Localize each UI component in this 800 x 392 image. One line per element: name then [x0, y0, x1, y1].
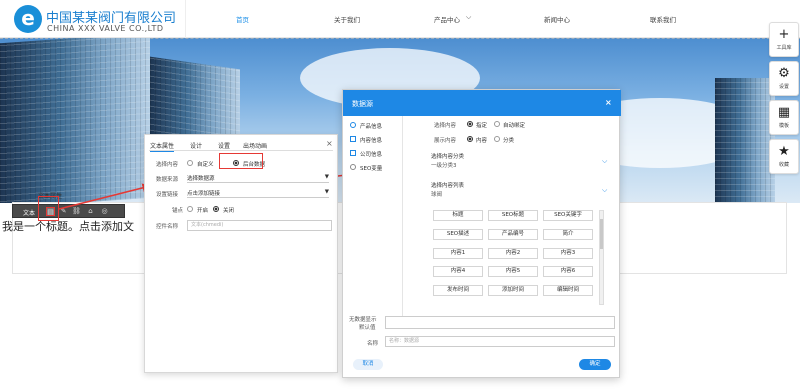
tab-animation[interactable]: 出场动画: [243, 141, 267, 150]
source-item-label: 产品信息: [360, 124, 383, 130]
text-properties-dialog: 文本属性 设计 设置 出场动画 × 选择内容 自定义 后台数据 数据来源 选择数…: [144, 134, 338, 373]
link-select[interactable]: 点击添加链接 ▼: [187, 189, 329, 198]
chevron-down-icon[interactable]: ⌵: [602, 186, 607, 195]
side-tool-label: 模板: [778, 123, 789, 129]
radio-category-label: 分类: [503, 138, 515, 144]
chevron-down-icon[interactable]: ⌵: [602, 157, 607, 166]
list-title: 选择内容列表: [431, 183, 465, 189]
side-tool-label: 工具库: [776, 45, 792, 51]
category-title: 选择内容分类: [431, 154, 465, 160]
field-chip[interactable]: SEO关键字: [543, 210, 593, 221]
source-list: 产品信息 内容信息 公司信息 SEO变量: [343, 116, 403, 316]
star-icon: ★: [778, 144, 790, 159]
field-chip[interactable]: 标题: [433, 210, 483, 221]
anchor-on-label: 开启: [197, 208, 209, 214]
caret-down-icon: ▼: [324, 189, 329, 195]
name-label: 名称: [367, 341, 379, 347]
template-icon: ▦: [777, 105, 791, 120]
select-content-label: 选择内容: [434, 123, 457, 129]
close-icon[interactable]: ×: [326, 139, 333, 148]
data-source-select[interactable]: 选择数据源 ▼: [187, 174, 329, 183]
field-chip[interactable]: 简介: [543, 229, 593, 240]
checkbox-content-info[interactable]: [350, 136, 356, 142]
source-item-label: 公司信息: [360, 152, 383, 158]
field-chip[interactable]: 编辑时间: [543, 285, 593, 296]
link-label: 设置链接: [156, 192, 179, 198]
highlight-frame: [219, 153, 263, 169]
control-name-label: 控件名称: [156, 224, 179, 230]
field-chip[interactable]: 内容3: [543, 248, 593, 259]
close-icon[interactable]: ×: [605, 98, 612, 107]
tab-settings[interactable]: 设置: [218, 141, 230, 150]
tab-text-attributes[interactable]: 文本属性: [150, 141, 175, 152]
settings-button[interactable]: ⚙ 设置: [769, 61, 799, 96]
radio-anchor-off[interactable]: [213, 206, 219, 212]
display-content-label: 展示内容: [434, 138, 457, 144]
confirm-button[interactable]: 确定: [579, 359, 611, 370]
field-chip[interactable]: 发布时间: [433, 285, 483, 296]
radio-custom[interactable]: [187, 160, 193, 166]
field-chip[interactable]: 内容6: [543, 266, 593, 277]
radio-anchor-on[interactable]: [187, 206, 193, 212]
radio-specified[interactable]: [467, 121, 473, 127]
empty-default-label-2: 默认值: [359, 325, 376, 331]
empty-default-input[interactable]: [385, 316, 615, 329]
anchor-label: 锚点: [172, 208, 184, 214]
side-tool-label: 收藏: [778, 162, 789, 168]
field-chip[interactable]: 内容4: [433, 266, 483, 277]
radio-product-info[interactable]: [350, 122, 356, 128]
list-value[interactable]: 球阀: [431, 190, 442, 198]
source-item-label: SEO变量: [360, 166, 383, 172]
fields-scrollbar[interactable]: [599, 210, 604, 305]
template-button[interactable]: ▦ 模板: [769, 100, 799, 135]
side-tool-label: 设置: [778, 84, 789, 90]
gear-icon: ⚙: [778, 66, 790, 81]
field-chip[interactable]: 内容2: [488, 248, 538, 259]
field-chip[interactable]: SEO描述: [433, 229, 483, 240]
radio-auto-bind-label: 自动绑定: [503, 123, 526, 129]
checkbox-company-info[interactable]: [350, 150, 356, 156]
category-value[interactable]: 一级分类3: [431, 161, 457, 169]
radio-seo-variables[interactable]: [350, 164, 356, 170]
scroll-thumb[interactable]: [600, 219, 603, 249]
control-name-input[interactable]: 文本(chmedi): [187, 220, 332, 231]
field-chip[interactable]: 内容1: [433, 248, 483, 259]
select-content-label: 选择内容: [156, 162, 179, 168]
field-chip[interactable]: 内容5: [488, 266, 538, 277]
name-input[interactable]: 名称：数据源: [385, 336, 615, 347]
field-chip[interactable]: 添加时间: [488, 285, 538, 296]
radio-category[interactable]: [494, 136, 500, 142]
tab-design[interactable]: 设计: [190, 141, 202, 150]
plus-icon: +: [778, 27, 790, 42]
radio-content[interactable]: [467, 136, 473, 142]
radio-content-label: 内容: [476, 138, 488, 144]
field-chip[interactable]: 产品编号: [488, 229, 538, 240]
dialog-tabs: 文本属性 设计 设置 出场动画: [149, 139, 333, 152]
anchor-off-label: 关闭: [223, 208, 235, 214]
caret-down-icon: ▼: [324, 174, 329, 180]
source-item-label: 内容信息: [360, 138, 383, 144]
data-source-value: 选择数据源: [187, 176, 215, 182]
toolbox-button[interactable]: + 工具库: [769, 22, 799, 57]
radio-auto-bind[interactable]: [494, 121, 500, 127]
side-toolbar: + 工具库 ⚙ 设置 ▦ 模板 ★ 收藏: [769, 22, 799, 178]
cancel-button[interactable]: 取消: [353, 359, 383, 370]
field-chip[interactable]: SEO标题: [488, 210, 538, 221]
link-value: 点击添加链接: [187, 191, 221, 197]
data-source-label: 数据来源: [156, 177, 179, 183]
data-source-dialog: 数据源 × 产品信息 内容信息 公司信息 SEO变量 选择内容 指定 自动绑定 …: [342, 89, 621, 378]
dialog-header: 数据源 ×: [343, 90, 621, 116]
arrow-line: [58, 183, 152, 210]
dialog-title: 数据源: [352, 100, 373, 108]
radio-specified-label: 指定: [476, 123, 488, 129]
favorites-button[interactable]: ★ 收藏: [769, 139, 799, 174]
empty-default-label: 无数据显示: [349, 317, 377, 323]
radio-custom-label: 自定义: [197, 162, 214, 168]
